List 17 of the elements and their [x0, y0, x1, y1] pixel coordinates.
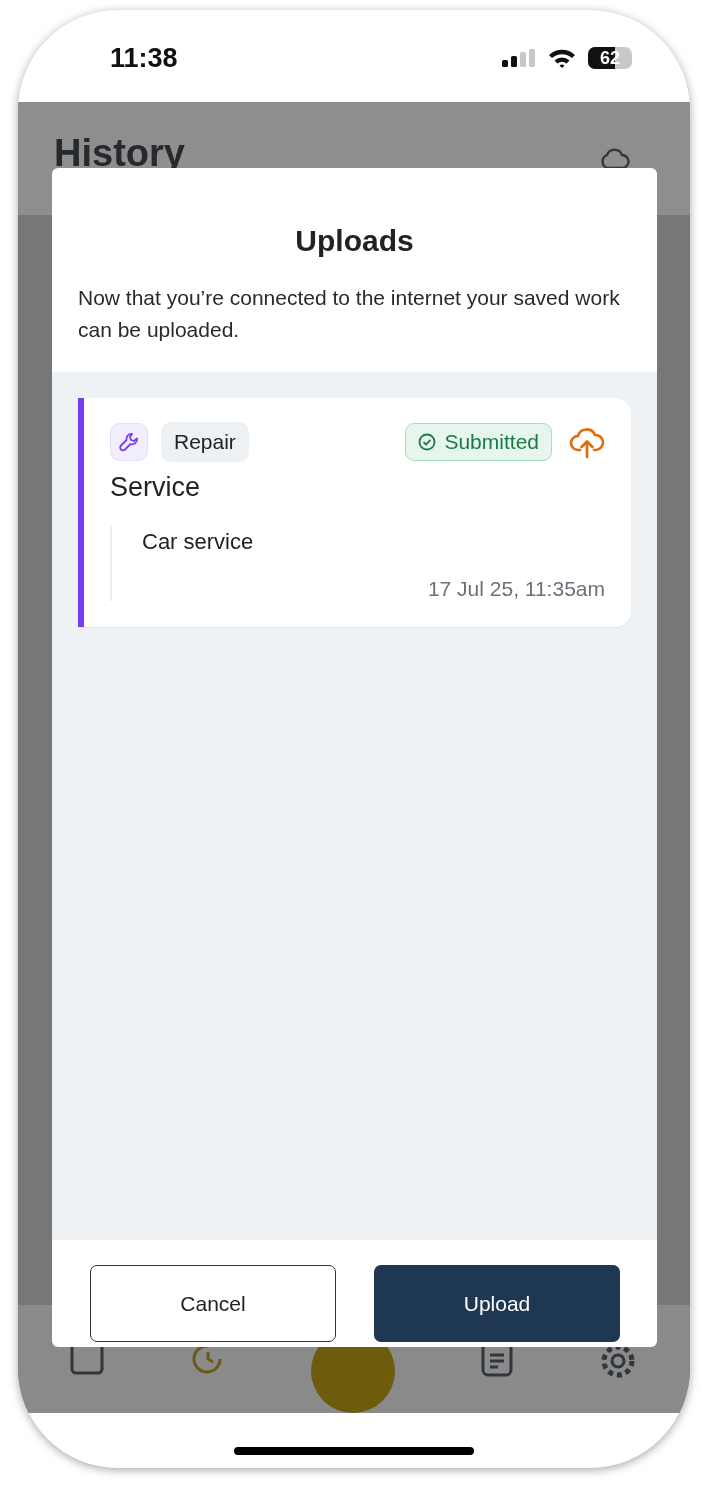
upload-card[interactable]: Repair Submitted Service Car service 17 Jul 25, 11:35am: [78, 398, 631, 627]
dialog-title: Uploads: [294, 224, 415, 258]
upload-button[interactable]: Upload: [374, 1265, 620, 1342]
upload-title: Service: [110, 472, 202, 503]
signal-icon: [502, 49, 536, 67]
upload-timestamp: 17 Jul 25, 11:35am: [426, 577, 605, 601]
cancel-button[interactable]: Cancel: [90, 1265, 336, 1342]
wrench-icon: [110, 423, 148, 461]
cloud-upload-icon[interactable]: [569, 425, 605, 459]
status-time: 11:38: [110, 42, 178, 74]
check-circle-icon: [418, 433, 437, 451]
category-tag: Repair: [161, 422, 249, 462]
dialog-message: Now that you’re connected to the internet your saved work can be uploaded.: [78, 285, 621, 343]
upload-description: Car service: [142, 529, 255, 555]
page-title: History: [54, 132, 185, 175]
status-label: Submitted: [444, 430, 539, 454]
wifi-icon: [548, 48, 576, 68]
